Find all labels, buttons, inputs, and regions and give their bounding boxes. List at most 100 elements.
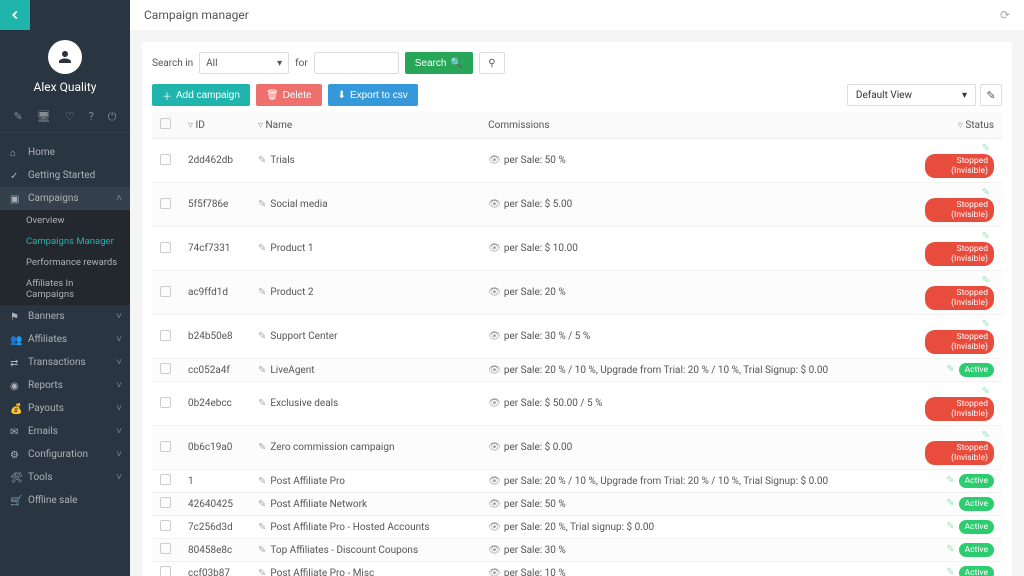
pencil-icon[interactable]: ✎ [258, 365, 266, 376]
table-row[interactable]: ac9ffd1d✎Product 2👁per Sale: 20 %✎Stoppe… [152, 271, 1002, 315]
row-checkbox[interactable] [160, 543, 171, 554]
pencil-icon: ✎ [986, 89, 995, 102]
nav-item[interactable]: ⇄Transactions˅ [0, 351, 130, 374]
nav-item[interactable]: 🛠Tools˅ [0, 466, 130, 489]
row-checkbox[interactable] [160, 363, 171, 374]
pencil-icon[interactable]: ✎ [982, 430, 990, 441]
view-select[interactable]: Default View▾ [847, 84, 976, 106]
delete-button[interactable]: 🗑Delete [256, 84, 322, 106]
cell-name: Product 1 [270, 243, 313, 254]
nav-item[interactable]: ⚙Configuration˅ [0, 443, 130, 466]
nav-item[interactable]: ◉Reports˅ [0, 374, 130, 397]
row-checkbox[interactable] [160, 286, 171, 297]
search-button[interactable]: Search🔍 [405, 52, 473, 74]
table-row[interactable]: ccf03b87✎Post Affiliate Pro - Misc👁per S… [152, 562, 1002, 576]
search-input[interactable] [314, 52, 399, 74]
pencil-icon[interactable]: ✎ [946, 567, 954, 576]
edit-view-button[interactable]: ✎ [980, 84, 1002, 106]
nav-subitem[interactable]: Overview [0, 210, 130, 231]
nav-subitem[interactable]: Performance rewards [0, 252, 130, 273]
table-row[interactable]: 74cf7331✎Product 1👁per Sale: $ 10.00✎Sto… [152, 227, 1002, 271]
pencil-icon[interactable]: ✎ [982, 231, 990, 242]
chevron-icon: ˅ [116, 380, 122, 391]
row-checkbox[interactable] [160, 330, 171, 341]
table-row[interactable]: 42640425✎Post Affiliate Network👁per Sale… [152, 493, 1002, 516]
export-csv-button[interactable]: ⬇Export to csv [328, 84, 418, 106]
cell-id: 1 [180, 470, 250, 493]
table-row[interactable]: 0b24ebcc✎Exclusive deals👁per Sale: $ 50.… [152, 382, 1002, 426]
pencil-icon[interactable]: ✎ [946, 544, 954, 555]
nav-subitem[interactable]: Campaigns Manager [0, 231, 130, 252]
row-checkbox[interactable] [160, 397, 171, 408]
avatar[interactable] [48, 40, 82, 74]
table-row[interactable]: cc052a4f✎LiveAgent👁per Sale: 20 % / 10 %… [152, 359, 1002, 382]
pencil-icon[interactable]: ✎ [258, 568, 266, 576]
pencil-icon[interactable]: ✎ [946, 521, 954, 532]
pencil-icon[interactable]: ✎ [982, 319, 990, 330]
table-row[interactable]: 7c256d3d✎Post Affiliate Pro - Hosted Acc… [152, 516, 1002, 539]
pencil-icon[interactable]: ✎ [982, 275, 990, 286]
nav-item[interactable]: ✓Getting Started [0, 164, 130, 187]
status-badge: Active [959, 520, 994, 534]
nav-item[interactable]: 👥Affiliates˅ [0, 328, 130, 351]
pencil-icon[interactable]: ✎ [258, 331, 266, 342]
chevron-icon: ˅ [116, 334, 122, 345]
desktop-icon[interactable]: 🖥 [37, 110, 51, 124]
pencil-icon[interactable]: ✎ [258, 545, 266, 556]
table-row[interactable]: 80458e8c✎Top Affiliates - Discount Coupo… [152, 539, 1002, 562]
pencil-icon[interactable]: ✎ [946, 475, 954, 486]
nav-item[interactable]: 💰Payouts˅ [0, 397, 130, 420]
row-checkbox[interactable] [160, 520, 171, 531]
pencil-icon[interactable]: ✎ [258, 476, 266, 487]
table-row[interactable]: 2dd462db✎Trials👁per Sale: 50 %✎Stopped (… [152, 139, 1002, 183]
pencil-icon[interactable]: ✎ [946, 498, 954, 509]
pencil-icon[interactable]: ✎ [258, 243, 266, 254]
table-row[interactable]: b24b50e8✎Support Center👁per Sale: 30 % /… [152, 315, 1002, 359]
nav-item[interactable]: ⌂Home [0, 141, 130, 164]
pencil-icon[interactable]: ✎ [946, 364, 954, 375]
pencil-icon[interactable]: ✎ [258, 199, 266, 210]
add-campaign-button[interactable]: ＋Add campaign [152, 84, 250, 106]
filter-button[interactable]: ⚲ [479, 52, 505, 74]
pencil-icon[interactable]: ✎ [982, 143, 990, 154]
cell-commissions: per Sale: 30 % [504, 545, 566, 556]
nav-icon: ⚙ [10, 450, 20, 460]
heart-icon[interactable]: ♡ [65, 110, 75, 124]
col-id[interactable]: ID [196, 120, 205, 131]
nav-subitem[interactable]: Affiliates In Campaigns [0, 273, 130, 305]
table-row[interactable]: 5f5f786e✎Social media👁per Sale: $ 5.00✎S… [152, 183, 1002, 227]
chevron-icon: ˅ [116, 426, 122, 437]
edit-icon[interactable]: ✎ [14, 110, 23, 124]
table-row[interactable]: 0b6c19a0✎Zero commission campaign👁per Sa… [152, 426, 1002, 470]
pencil-icon[interactable]: ✎ [258, 287, 266, 298]
nav-item[interactable]: ✉Emails˅ [0, 420, 130, 443]
row-checkbox[interactable] [160, 441, 171, 452]
table-row[interactable]: 1✎Post Affiliate Pro👁per Sale: 20 % / 10… [152, 470, 1002, 493]
row-checkbox[interactable] [160, 198, 171, 209]
pencil-icon[interactable]: ✎ [258, 398, 266, 409]
power-icon[interactable]: ⏻ [108, 110, 117, 124]
nav-item[interactable]: 🛒Offline sale [0, 489, 130, 512]
row-checkbox[interactable] [160, 154, 171, 165]
row-checkbox[interactable] [160, 474, 171, 485]
col-name[interactable]: Name [266, 120, 293, 131]
nav-item[interactable]: ▣Campaigns˄ [0, 187, 130, 210]
back-button[interactable] [0, 0, 30, 30]
select-all-checkbox[interactable] [160, 118, 171, 129]
pencil-icon[interactable]: ✎ [258, 522, 266, 533]
search-in-select[interactable]: All▾ [199, 52, 289, 74]
nav-item[interactable]: ⚑Banners˅ [0, 305, 130, 328]
pencil-icon[interactable]: ✎ [982, 187, 990, 198]
refresh-icon[interactable]: ⟳ [1000, 8, 1010, 22]
help-icon[interactable]: ? [89, 110, 94, 124]
row-checkbox[interactable] [160, 566, 171, 576]
pencil-icon[interactable]: ✎ [258, 155, 266, 166]
col-commissions[interactable]: Commissions [488, 120, 549, 131]
cell-id: 2dd462db [180, 139, 250, 183]
pencil-icon[interactable]: ✎ [258, 499, 266, 510]
pencil-icon[interactable]: ✎ [258, 442, 266, 453]
row-checkbox[interactable] [160, 242, 171, 253]
pencil-icon[interactable]: ✎ [982, 386, 990, 397]
row-checkbox[interactable] [160, 497, 171, 508]
col-status[interactable]: Status [965, 120, 994, 131]
